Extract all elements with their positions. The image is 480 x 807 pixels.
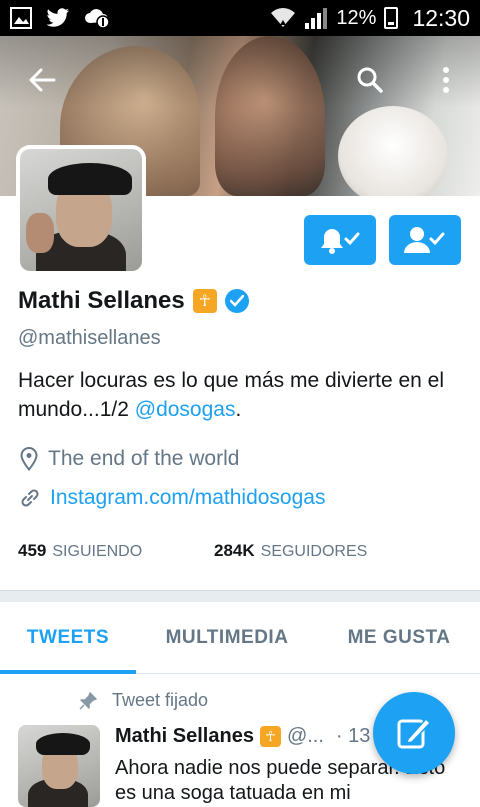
tweet-author-handle: @... [286, 725, 324, 747]
ankh-emoji: ☥ [192, 289, 217, 313]
gallery-icon [10, 7, 32, 29]
back-button[interactable] [22, 60, 62, 100]
tweet-avatar[interactable] [18, 725, 100, 807]
search-icon [357, 67, 383, 93]
location-text: The end of the world [48, 447, 240, 470]
compose-quill-icon [397, 717, 432, 749]
notifications-button[interactable] [304, 215, 376, 265]
following-count[interactable]: 459 SIGUIENDO [18, 541, 214, 561]
section-divider [0, 590, 480, 602]
followers-count[interactable]: 284K SEGUIDORES [214, 541, 367, 561]
tab-me-gusta[interactable]: ME GUSTA [318, 602, 480, 673]
wifi-icon [271, 8, 296, 27]
signal-icon [305, 8, 328, 29]
battery-percent: 12% [336, 6, 377, 29]
bio-mention-link[interactable]: @dosogas [135, 398, 236, 421]
profile-website[interactable]: Instagram.com/mathidosogas [20, 486, 325, 510]
status-bar: 12% 12:30 [0, 0, 480, 36]
verified-badge-icon [224, 289, 249, 313]
profile-name: Mathi Sellanes [18, 287, 185, 314]
pinned-label: Tweet fijado [112, 690, 209, 710]
profile-location: The end of the world [20, 447, 239, 471]
more-vertical-icon [443, 67, 449, 93]
follow-counts: 459 SIGUIENDO 284K SEGUIDORES [18, 541, 367, 561]
profile-handle: @mathisellanes [18, 327, 161, 349]
tab-multimedia[interactable]: MULTIMEDIA [136, 602, 318, 673]
pinned-label-row: Tweet fijado [78, 690, 208, 711]
pin-icon [79, 691, 97, 710]
tab-tweets[interactable]: TWEETS [0, 602, 136, 674]
battery-icon [384, 7, 399, 29]
search-button[interactable] [350, 60, 390, 100]
twitter-icon [46, 8, 69, 27]
ankh-emoji: ☥ [259, 726, 281, 747]
profile-tabs: TWEETS MULTIMEDIA ME GUSTA [0, 602, 480, 674]
profile-name-row: Mathi Sellanes ☥ [18, 287, 249, 315]
bell-check-icon [321, 229, 360, 254]
back-arrow-icon [29, 68, 56, 92]
tweet-header: Mathi Sellanes ☥ @... · 13 f [115, 725, 382, 748]
person-check-icon [404, 227, 445, 253]
tweet-author-name: Mathi Sellanes [115, 725, 254, 747]
following-button[interactable] [389, 215, 461, 265]
profile-bio: Hacer locuras es lo que más me divierte … [18, 369, 445, 421]
more-options-button[interactable] [426, 60, 466, 100]
clock: 12:30 [412, 4, 470, 31]
compose-tweet-button[interactable] [373, 692, 455, 774]
profile-avatar[interactable] [16, 145, 146, 275]
location-pin-icon [20, 447, 38, 471]
link-icon [21, 489, 39, 507]
website-link[interactable]: Instagram.com/mathidosogas [50, 486, 325, 510]
cloud-notification-icon [85, 9, 110, 29]
